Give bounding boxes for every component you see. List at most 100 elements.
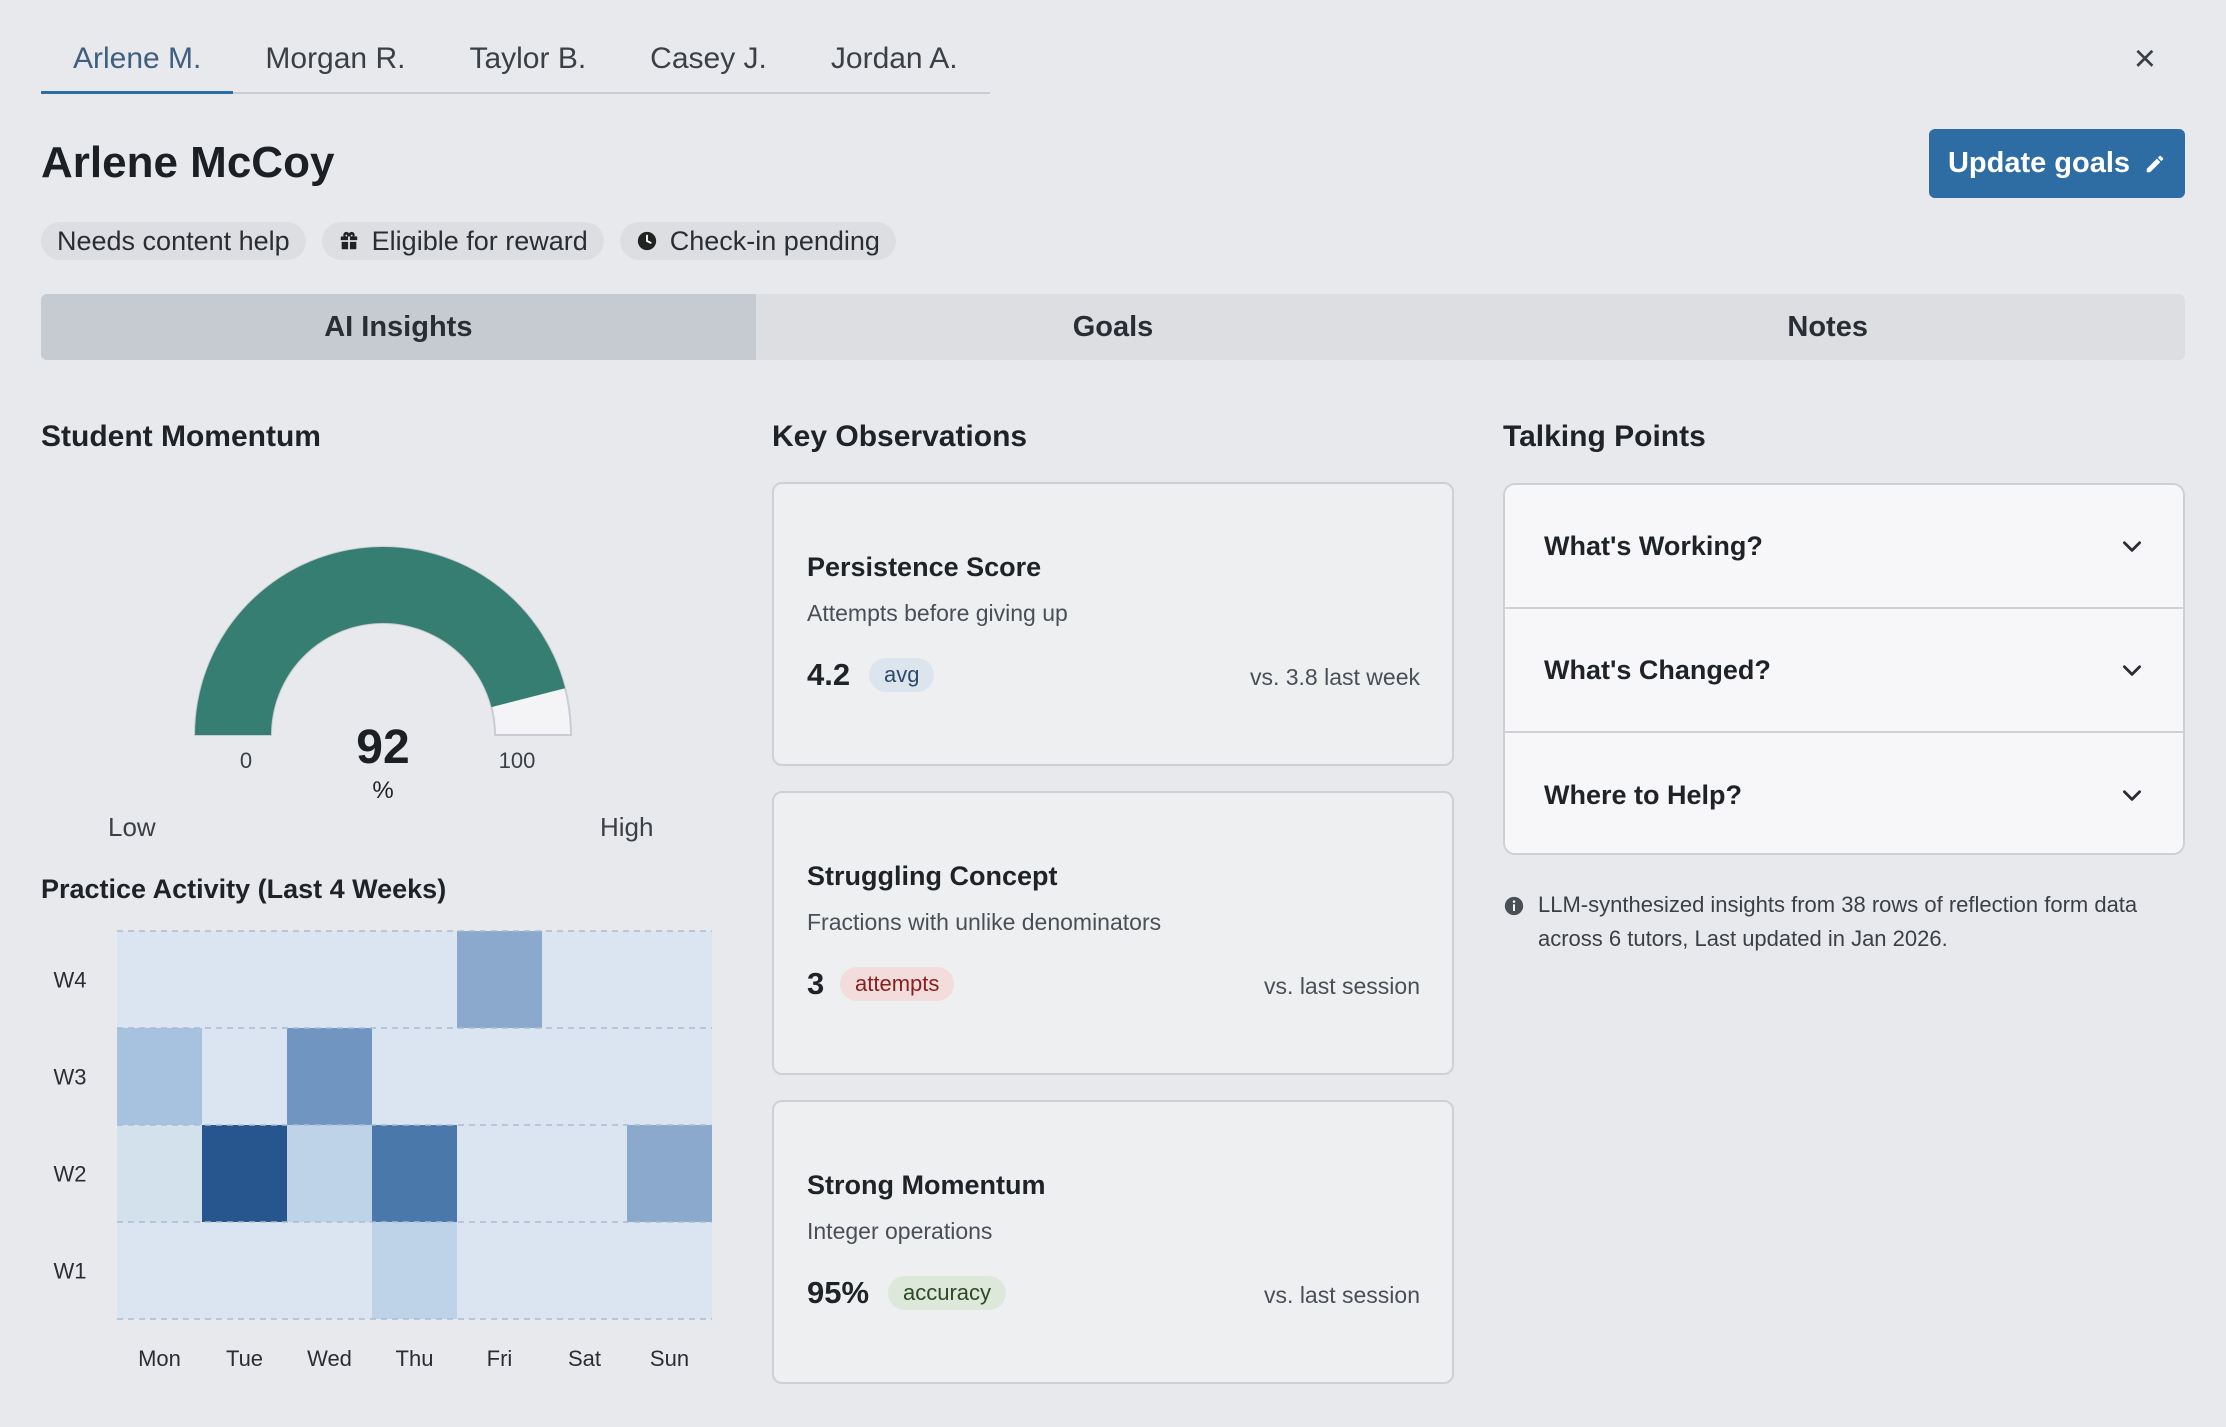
heatmap-cell: [457, 1028, 542, 1125]
update-goals-label: Update goals: [1947, 147, 2131, 179]
heatmap-cell: [627, 1125, 712, 1222]
heatmap-row-label: W3: [54, 1065, 87, 1090]
observation-pill: attempts: [840, 967, 955, 1001]
update-goals-button[interactable]: Update goals: [1929, 129, 2185, 198]
insights-note-text: LLM-synthesized insights from 38 rows of…: [1538, 892, 2138, 951]
observation-title: Persistence Score: [807, 552, 1042, 582]
momentum-title: Student Momentum: [41, 420, 321, 453]
accordion-label: Where to Help?: [1544, 779, 1743, 810]
accordion-label: What's Working?: [1544, 530, 1763, 561]
observation-pill: accuracy: [888, 1276, 1007, 1310]
heatmap-cell: [117, 1222, 202, 1319]
student-tabs: Arlene M. Morgan R. Taylor B. Casey J. J…: [41, 30, 990, 94]
heatmap-col-label: Sat: [568, 1346, 601, 1371]
chevron-down-icon: [2123, 665, 2141, 676]
status-badge-content-help: Needs content help: [41, 222, 306, 260]
heatmap-cell: [457, 931, 542, 1028]
heatmap-cell: [202, 1125, 287, 1222]
heatmap-cell: [627, 1028, 712, 1125]
heatmap-cell: [372, 1125, 457, 1222]
accordion-label: What's Changed?: [1544, 654, 1771, 685]
observation-card-persistence: Persistence Score Attempts before giving…: [772, 482, 1454, 766]
heatmap-cell: [372, 931, 457, 1028]
heatmap-cell: [287, 1028, 372, 1125]
insights-info-note: LLM-synthesized insights from 38 rows of…: [1504, 888, 2198, 956]
heatmap-col-label: Mon: [138, 1346, 181, 1371]
gauge-max-label: 100: [499, 748, 536, 773]
talking-points-title: Talking Points: [1503, 420, 1706, 453]
section-tabs: AI Insights Goals Notes: [41, 294, 2185, 360]
status-badge-checkin: Check-in pending: [619, 222, 896, 260]
accordion-item-whats-changed[interactable]: What's Changed?: [1505, 609, 2183, 733]
observation-value: 95%: [807, 1275, 870, 1310]
observations-title: Key Observations: [772, 420, 1028, 453]
pencil-icon: [2146, 155, 2164, 172]
heatmap-cell: [117, 1028, 202, 1125]
chevron-down-icon: [2123, 541, 2141, 552]
heatmap-cell: [627, 1222, 712, 1319]
tab-casey[interactable]: Casey J.: [618, 30, 799, 92]
tab-ai-insights[interactable]: AI Insights: [41, 294, 756, 360]
heatmap-cell: [202, 931, 287, 1028]
heatmap-cell: [372, 1222, 457, 1319]
observation-subtitle: Integer operations: [807, 1218, 993, 1244]
heatmap-cell: [117, 1125, 202, 1222]
heatmap-col-label: Wed: [307, 1346, 352, 1371]
heatmap-row-label: W2: [54, 1162, 87, 1187]
gauge-min-label: 0: [240, 748, 252, 773]
heatmap-cell: [542, 1125, 627, 1222]
heatmap-cell: [542, 1028, 627, 1125]
talking-points-accordion: What's Working? What's Changed? Where to…: [1503, 483, 2185, 855]
heatmap-title: Practice Activity (Last 4 Weeks): [41, 874, 447, 904]
observation-comparison: vs. last session: [1264, 973, 1420, 999]
observation-comparison: vs. last session: [1264, 1282, 1420, 1308]
momentum-gauge: 0 100 92 %: [193, 546, 573, 804]
heatmap-cell: [542, 931, 627, 1028]
heatmap-row-label: W4: [54, 968, 87, 993]
heatmap-cell: [457, 1125, 542, 1222]
chevron-down-icon: [2123, 790, 2141, 801]
tab-arlene[interactable]: Arlene M.: [41, 30, 234, 94]
heatmap-row-label: W1: [54, 1259, 87, 1284]
info-icon: [1504, 896, 1524, 916]
gauge-value: 92: [356, 721, 409, 774]
heatmap-cell: [372, 1028, 457, 1125]
observation-subtitle: Attempts before giving up: [807, 600, 1068, 626]
accordion-item-where-to-help[interactable]: Where to Help?: [1505, 733, 2183, 853]
heatmap-cell: [627, 931, 712, 1028]
gauge-unit: %: [372, 777, 393, 804]
practice-heatmap: W4 W3 W2 W1 Mon Tue Wed Thu Fri Sat Sun: [54, 930, 712, 1371]
observation-card-momentum: Strong Momentum Integer operations 95% a…: [772, 1100, 1454, 1384]
heatmap-col-label: Sun: [650, 1346, 689, 1371]
observation-title: Strong Momentum: [807, 1170, 1046, 1200]
heatmap-col-label: Fri: [487, 1346, 513, 1371]
status-badges: Needs content help Eligible for reward C…: [41, 222, 896, 260]
gauge-low-label: Low: [108, 812, 156, 842]
gauge-high-label: High: [600, 812, 654, 842]
heatmap-cell: [117, 931, 202, 1028]
heatmap-cell: [202, 1222, 287, 1319]
heatmap-cell: [542, 1222, 627, 1319]
clock-icon: [637, 231, 656, 251]
observation-comparison: vs. 3.8 last week: [1249, 664, 1420, 690]
gift-icon: [340, 231, 357, 250]
close-icon[interactable]: ×: [2134, 40, 2156, 78]
tab-goals[interactable]: Goals: [756, 294, 1471, 360]
observation-card-struggling: Struggling Concept Fractions with unlike…: [772, 791, 1454, 1075]
tab-notes[interactable]: Notes: [1470, 294, 2185, 360]
heatmap-col-label: Tue: [226, 1346, 263, 1371]
heatmap-cell: [287, 1222, 372, 1319]
accordion-item-whats-working[interactable]: What's Working?: [1505, 485, 2183, 609]
observation-title: Struggling Concept: [807, 861, 1058, 891]
heatmap-cell: [457, 1222, 542, 1319]
observation-value: 4.2: [807, 657, 851, 692]
tab-jordan[interactable]: Jordan A.: [799, 30, 990, 92]
tab-morgan[interactable]: Morgan R.: [233, 30, 437, 92]
heatmap-col-label: Thu: [396, 1346, 434, 1371]
status-badge-reward: Eligible for reward: [321, 222, 604, 260]
tab-taylor[interactable]: Taylor B.: [437, 30, 618, 92]
heatmap-cell: [287, 931, 372, 1028]
heatmap-cell: [287, 1125, 372, 1222]
heatmap-cell: [202, 1028, 287, 1125]
page-title: Arlene McCoy: [41, 138, 335, 187]
